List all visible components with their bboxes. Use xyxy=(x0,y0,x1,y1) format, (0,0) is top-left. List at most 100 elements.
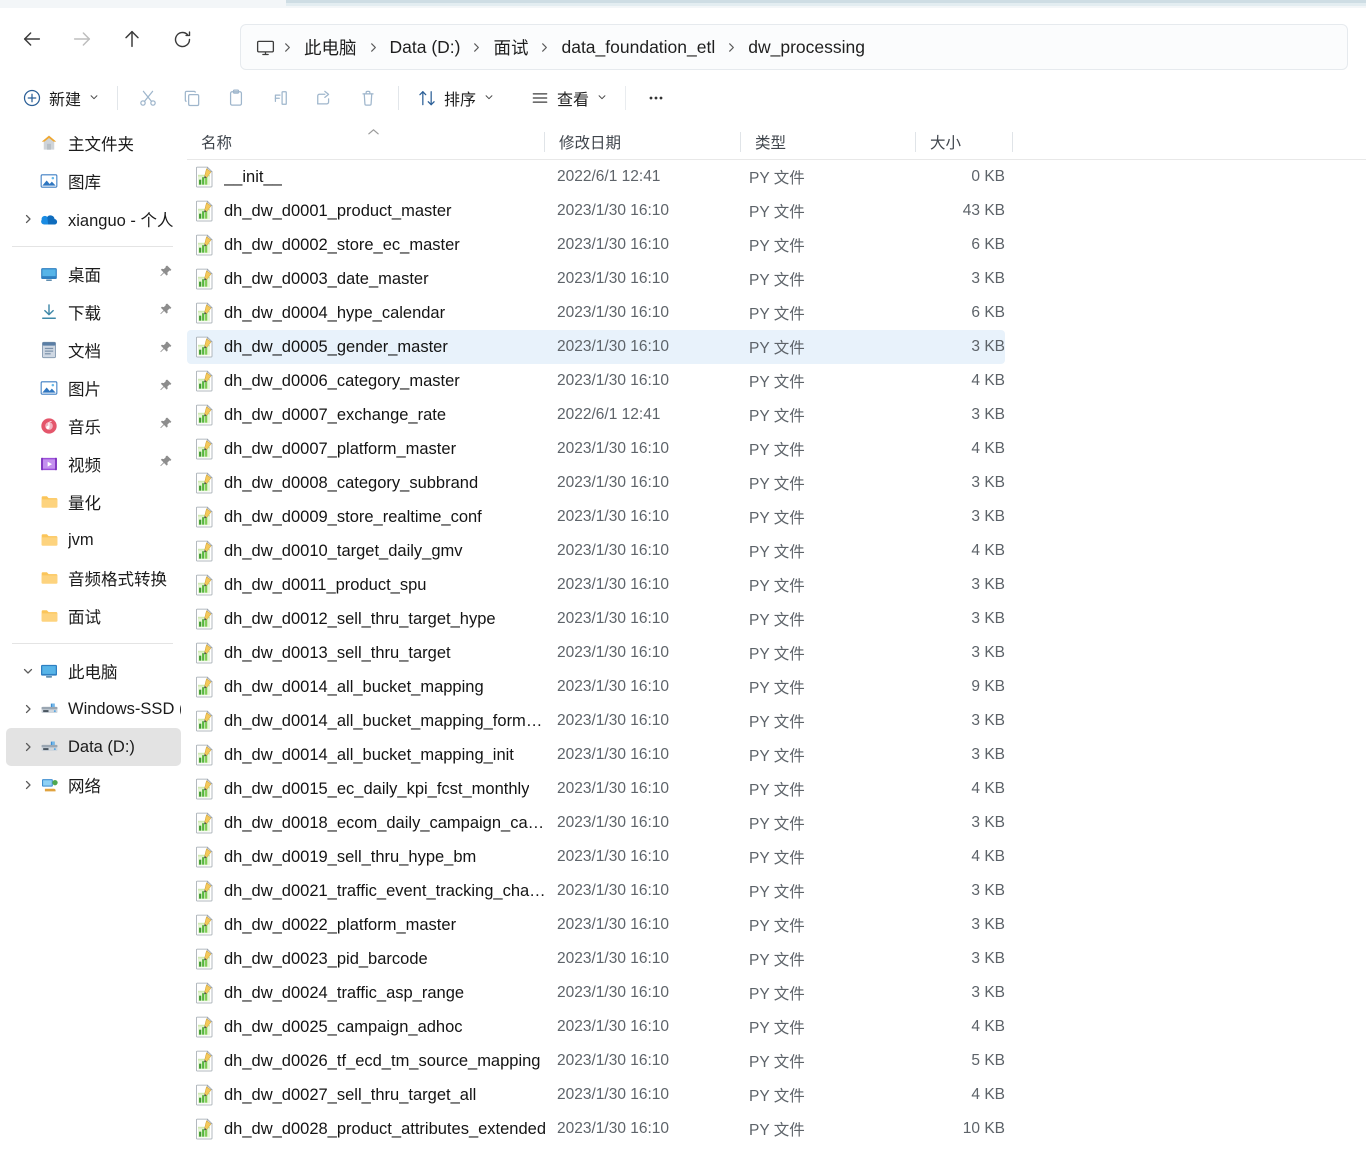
column-header-type[interactable]: 类型 xyxy=(741,124,916,160)
see-more-button[interactable] xyxy=(634,79,678,117)
sidebar-item-data-d-[interactable]: Data (D:) xyxy=(6,728,181,766)
sidebar-item-label: Windows-SSD (C xyxy=(68,699,181,718)
share-button[interactable] xyxy=(302,79,346,117)
file-name: dh_dw_d0012_sell_thru_target_hype xyxy=(224,609,496,628)
sidebar-item-此电脑[interactable]: 此电脑 xyxy=(6,652,181,690)
table-row[interactable]: dh_dw_d0005_gender_master 2023/1/30 16:10… xyxy=(187,330,1005,364)
pin-icon[interactable] xyxy=(158,378,173,398)
view-button[interactable]: 查看 xyxy=(520,79,617,117)
table-row[interactable]: dh_dw_d0025_campaign_adhoc 2023/1/30 16:1… xyxy=(187,1010,1005,1044)
table-row[interactable]: dh_dw_d0008_category_subbrand 2023/1/30 1… xyxy=(187,466,1005,500)
paste-button[interactable] xyxy=(214,79,258,117)
table-row[interactable]: dh_dw_d0023_pid_barcode 2023/1/30 16:10 PY… xyxy=(187,942,1005,976)
table-row[interactable]: dh_dw_d0012_sell_thru_target_hype 2023/1/… xyxy=(187,602,1005,636)
sidebar-item-网络[interactable]: 网络 xyxy=(6,766,181,804)
delete-button[interactable] xyxy=(346,79,390,117)
refresh-button[interactable] xyxy=(162,19,202,59)
table-row[interactable]: dh_dw_d0007_exchange_rate 2022/6/1 12:41 P… xyxy=(187,398,1005,432)
column-header-size[interactable]: 大小 xyxy=(916,124,1013,160)
cell-modified-date: 2023/1/30 16:10 xyxy=(557,1120,670,1137)
chevron-right-icon[interactable] xyxy=(18,741,38,753)
sidebar-item-图库[interactable]: 图库 xyxy=(6,162,181,200)
table-row[interactable]: dh_dw_d0014_all_bucket_mapping_format_..… xyxy=(187,704,1005,738)
sidebar-item-主文件夹[interactable]: 主文件夹 xyxy=(6,124,181,162)
column-header-date[interactable]: 修改日期 xyxy=(545,124,741,160)
rename-button[interactable] xyxy=(258,79,302,117)
sidebar-item-xianguo-个人[interactable]: xianguo - 个人 xyxy=(6,200,181,238)
sidebar-item-音频格式转换[interactable]: 音频格式转换 xyxy=(6,559,181,597)
table-row[interactable]: __init__ 2022/6/1 12:41 PY 文件 0 KB xyxy=(187,160,1005,194)
pin-icon[interactable] xyxy=(158,454,173,474)
table-row[interactable]: dh_dw_d0019_sell_thru_hype_bm 2023/1/30 1… xyxy=(187,840,1005,874)
table-row[interactable]: dh_dw_d0003_date_master 2023/1/30 16:10 PY… xyxy=(187,262,1005,296)
breadcrumb-item-3[interactable]: data_foundation_etl xyxy=(554,34,722,61)
pin-icon[interactable] xyxy=(158,340,173,360)
network-icon xyxy=(38,774,60,796)
table-row[interactable]: dh_dw_d0011_product_spu 2023/1/30 16:10 PY… xyxy=(187,568,1005,602)
table-row[interactable]: dh_dw_d0006_category_master 2023/1/30 16:… xyxy=(187,364,1005,398)
py-file-icon xyxy=(195,234,215,256)
sidebar-item-label: 音频格式转换 xyxy=(68,571,167,589)
table-row[interactable]: dh_dw_d0007_platform_master 2023/1/30 16:… xyxy=(187,432,1005,466)
table-row[interactable]: dh_dw_d0001_product_master 2023/1/30 16:1… xyxy=(187,194,1005,228)
table-row[interactable]: dh_dw_d0027_sell_thru_target_all 2023/1/3… xyxy=(187,1078,1005,1112)
share-icon xyxy=(314,88,334,108)
column-header-name[interactable]: 名称 xyxy=(187,124,545,160)
table-row[interactable]: dh_dw_d0002_store_ec_master 2023/1/30 16:… xyxy=(187,228,1005,262)
py-file-icon xyxy=(195,336,215,358)
refresh-icon xyxy=(174,30,190,47)
table-row[interactable]: dh_dw_d0010_target_daily_gmv 2023/1/30 16… xyxy=(187,534,1005,568)
cell-size: 5 KB xyxy=(971,1052,1005,1069)
table-row[interactable]: dh_dw_d0024_traffic_asp_range 2023/1/30 1… xyxy=(187,976,1005,1010)
table-row[interactable]: dh_dw_d0013_sell_thru_target 2023/1/30 16… xyxy=(187,636,1005,670)
py-file-icon xyxy=(195,1118,215,1140)
chevron-down-icon[interactable] xyxy=(18,665,38,677)
clipboard-icon xyxy=(226,88,246,108)
pin-icon[interactable] xyxy=(158,302,173,322)
py-file-icon xyxy=(195,812,215,834)
table-row[interactable]: dh_dw_d0004_hype_calendar 2023/1/30 16:10… xyxy=(187,296,1005,330)
chevron-right-icon[interactable] xyxy=(18,213,38,225)
sidebar-item-label: 桌面 xyxy=(68,267,101,285)
sidebar-item-量化[interactable]: 量化 xyxy=(6,483,181,521)
sidebar-item-图片[interactable]: 图片 xyxy=(6,369,181,407)
table-row[interactable]: dh_dw_d0028_product_attributes_extended 2… xyxy=(187,1112,1005,1146)
breadcrumb-item-0[interactable]: 此电脑 xyxy=(297,32,364,63)
navigation-pane[interactable]: 主文件夹 图库 xianguo - 个人桌面下载 文档 图片 音乐 视频 量化 jvm 音频格式转… xyxy=(0,124,187,1154)
cut-button[interactable] xyxy=(126,79,170,117)
table-row[interactable]: dh_dw_d0014_all_bucket_mapping 2023/1/30 … xyxy=(187,670,1005,704)
sort-button[interactable]: 排序 xyxy=(407,79,504,117)
back-button[interactable] xyxy=(12,19,52,59)
table-row[interactable]: dh_dw_d0018_ecom_daily_campaign_calen...… xyxy=(187,806,1005,840)
cell-modified-date: 2023/1/30 16:10 xyxy=(557,882,670,899)
sidebar-item-下载[interactable]: 下载 xyxy=(6,293,181,331)
table-row[interactable]: dh_dw_d0022_platform_master 2023/1/30 16:… xyxy=(187,908,1005,942)
cell-modified-date: 2022/6/1 12:41 xyxy=(557,168,661,185)
table-row[interactable]: dh_dw_d0009_store_realtime_conf 2023/1/30… xyxy=(187,500,1005,534)
pin-icon[interactable] xyxy=(158,416,173,436)
up-button[interactable] xyxy=(112,19,152,59)
chevron-right-icon[interactable] xyxy=(18,703,38,715)
new-button[interactable]: 新建 xyxy=(12,79,109,117)
sidebar-item-面试[interactable]: 面试 xyxy=(6,597,181,635)
file-name: __init__ xyxy=(224,167,282,186)
sidebar-item-文档[interactable]: 文档 xyxy=(6,331,181,369)
column-resize-handle[interactable] xyxy=(1012,132,1013,152)
address-bar[interactable]: 此电脑 Data (D:) 面试 data_foundation_etl dw_… xyxy=(240,24,1348,70)
table-row[interactable]: dh_dw_d0021_traffic_event_tracking_chann… xyxy=(187,874,1005,908)
table-row[interactable]: dh_dw_d0015_ec_daily_kpi_fcst_monthly 202… xyxy=(187,772,1005,806)
pin-icon[interactable] xyxy=(158,264,173,284)
breadcrumb-item-4[interactable]: dw_processing xyxy=(741,34,872,61)
sidebar-item-windows-ssd-c[interactable]: Windows-SSD (C xyxy=(6,690,181,728)
sidebar-item-jvm[interactable]: jvm xyxy=(6,521,181,559)
copy-button[interactable] xyxy=(170,79,214,117)
table-row[interactable]: dh_dw_d0026_tf_ecd_tm_source_mapping 2023… xyxy=(187,1044,1005,1078)
sidebar-item-音乐[interactable]: 音乐 xyxy=(6,407,181,445)
sidebar-item-视频[interactable]: 视频 xyxy=(6,445,181,483)
breadcrumb-item-1[interactable]: Data (D:) xyxy=(383,34,468,61)
table-row[interactable]: dh_dw_d0014_all_bucket_mapping_init 2023/… xyxy=(187,738,1005,772)
chevron-right-icon[interactable] xyxy=(18,779,38,791)
breadcrumb-item-2[interactable]: 面试 xyxy=(486,32,535,63)
forward-button[interactable] xyxy=(62,19,102,59)
sidebar-item-桌面[interactable]: 桌面 xyxy=(6,255,181,293)
